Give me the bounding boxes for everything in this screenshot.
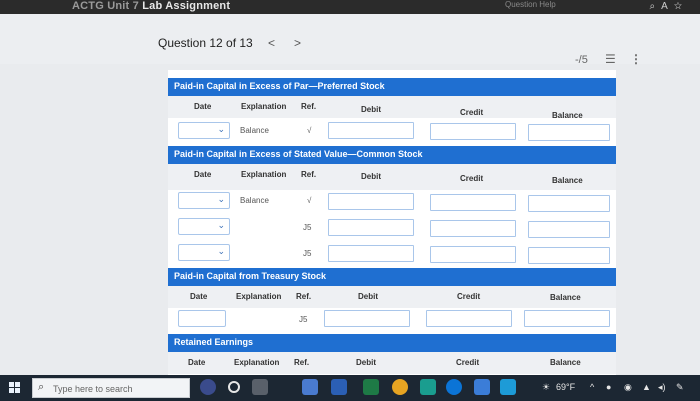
date-select[interactable]: ⌄ [178, 244, 230, 261]
section-header-stated-value: Paid-in Capital in Excess of Stated Valu… [168, 146, 616, 164]
ledger-row: ⌄ J5 [168, 216, 616, 238]
chevron-down-icon: ⌄ [217, 124, 225, 134]
section-header-retained-earnings: Retained Earnings [168, 334, 616, 352]
weather-icon[interactable]: ☀ [542, 382, 550, 393]
search-input[interactable] [53, 382, 183, 395]
file-explorer-icon[interactable] [302, 379, 318, 395]
temperature[interactable]: 69°F [556, 382, 575, 392]
chevron-down-icon: ⌄ [217, 194, 225, 204]
assignment-page: Question 12 of 13 < > -/5 ☰ ⋮ Paid-in Ca… [0, 14, 700, 375]
credit-input[interactable] [426, 310, 512, 327]
date-select[interactable]: ⌄ [178, 218, 230, 235]
section-header-treasury: Paid-in Capital from Treasury Stock [168, 268, 616, 286]
credit-input[interactable] [430, 220, 516, 237]
taskbar-search[interactable]: ⌕ [32, 378, 190, 398]
network-icon[interactable]: ◉ [624, 382, 632, 393]
search-icon: ⌕ [38, 381, 45, 393]
excel-icon[interactable] [363, 379, 379, 395]
date-select[interactable]: ⌄ [178, 192, 230, 209]
question-score: -/5 [575, 54, 588, 66]
balance-input[interactable] [524, 310, 610, 327]
balance-input[interactable] [528, 195, 610, 212]
pen-icon[interactable]: ✎ [676, 382, 684, 393]
ledger-row: ⌄ Balance √ [168, 120, 616, 142]
date-select[interactable] [178, 310, 226, 327]
read-aloud-icon[interactable]: A [661, 1, 674, 12]
ledger-row: J5 [168, 308, 616, 330]
balance-input[interactable] [528, 124, 610, 141]
chevron-down-icon: ⌄ [217, 246, 225, 256]
volume-icon[interactable]: ◂) [658, 382, 666, 393]
chrome-icon[interactable] [392, 379, 408, 395]
more-options-icon[interactable]: ⋮ [630, 52, 642, 66]
question-counter: Question 12 of 13 [158, 36, 253, 50]
windows-taskbar: ⌕ ☀ 69°F ^ ● ◉ ▲ ◂) ✎ [0, 375, 700, 401]
question-help-link[interactable]: Question Help [505, 0, 556, 9]
credit-input[interactable] [430, 123, 516, 140]
ledger-row: ⌄ Balance √ [168, 190, 616, 212]
debit-input[interactable] [328, 122, 414, 139]
tray-chevron-up-icon[interactable]: ^ [590, 382, 594, 392]
column-headers-stated: Date Explanation Ref. Debit Credit Balan… [168, 164, 616, 190]
widgets-icon[interactable] [252, 379, 268, 395]
cloud-icon[interactable]: ▲ [642, 382, 651, 392]
browser-icon[interactable] [446, 379, 462, 395]
windows-start-icon[interactable] [9, 382, 21, 394]
section-header-preferred: Paid-in Capital in Excess of Par—Preferr… [168, 78, 616, 96]
cortana-icon[interactable] [200, 379, 216, 395]
ledger-sheet: Paid-in Capital in Excess of Par—Preferr… [168, 70, 616, 375]
favorite-star-icon[interactable]: ☆ [674, 1, 688, 12]
browser-icons: ⌕A☆ [650, 1, 688, 12]
zoom-icon[interactable]: ⌕ [650, 1, 662, 12]
debit-input[interactable] [328, 193, 414, 210]
window-title: ACTG Unit 7 Lab Assignment [72, 0, 231, 12]
edge-icon[interactable] [420, 379, 436, 395]
question-list-icon[interactable]: ☰ [605, 52, 616, 66]
task-view-icon[interactable] [228, 381, 240, 393]
question-bar: Question 12 of 13 < > -/5 ☰ ⋮ [0, 14, 700, 66]
tray-app-icon[interactable]: ● [606, 382, 611, 392]
column-headers-preferred: Date Explanation Ref. Debit Credit Balan… [168, 96, 616, 120]
app-icon[interactable] [474, 379, 490, 395]
balance-input[interactable] [528, 247, 610, 264]
window-title-bar: ACTG Unit 7 Lab Assignment Question Help… [0, 0, 700, 14]
credit-input[interactable] [430, 246, 516, 263]
chevron-down-icon: ⌄ [217, 220, 225, 230]
debit-input[interactable] [324, 310, 410, 327]
ledger-row: ⌄ J5 [168, 242, 616, 264]
word-icon[interactable] [331, 379, 347, 395]
credit-input[interactable] [430, 194, 516, 211]
debit-input[interactable] [328, 245, 414, 262]
column-headers-treasury: Date Explanation Ref. Debit Credit Balan… [168, 286, 616, 308]
prev-question-button[interactable]: < [268, 36, 275, 50]
column-headers-retained: Date Explanation Ref. Debit Credit Balan… [168, 352, 616, 374]
balance-input[interactable] [528, 221, 610, 238]
debit-input[interactable] [328, 219, 414, 236]
store-icon[interactable] [500, 379, 516, 395]
next-question-button[interactable]: > [294, 36, 301, 50]
date-select[interactable]: ⌄ [178, 122, 230, 139]
